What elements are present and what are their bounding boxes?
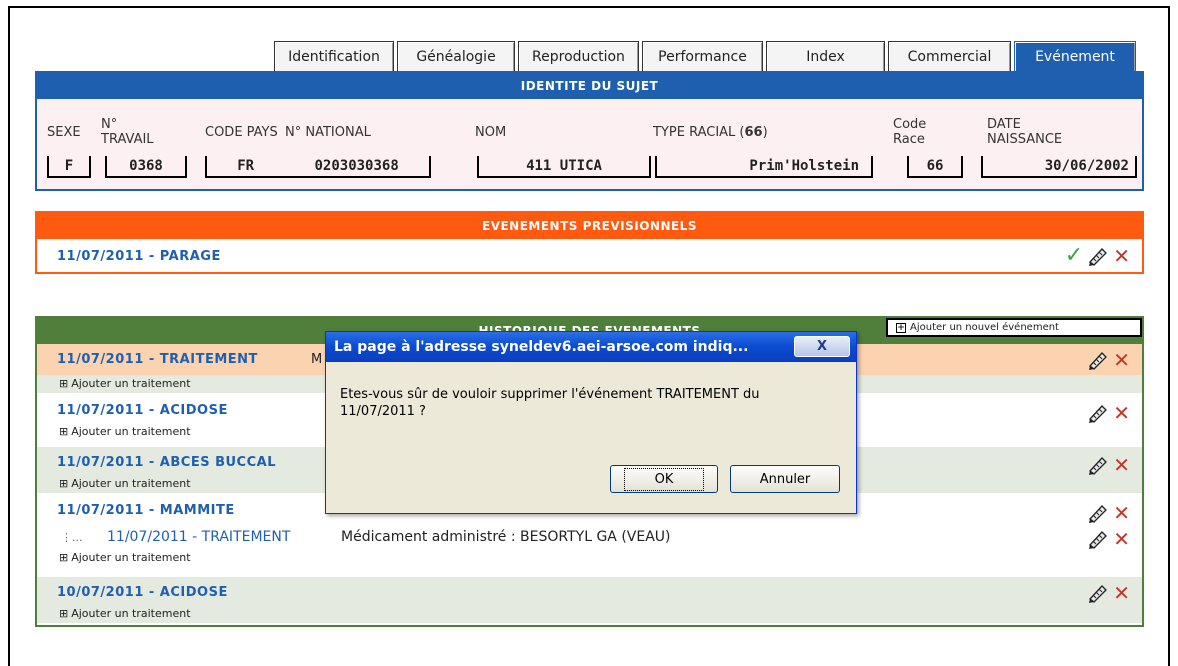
label-type-racial: TYPE RACIAL (66) [653, 125, 768, 140]
edit-icon[interactable] [1087, 503, 1109, 523]
event-link[interactable]: 11/07/2011 - MAMMITE [57, 503, 235, 518]
table-row: 10/07/2011 - ACIDOSE ⊞ Ajouter un traitem… [37, 577, 1142, 623]
plus-icon: ⊞ [59, 377, 69, 390]
delete-icon[interactable]: ✕ [1113, 503, 1130, 523]
tab-bar: Identification Généalogie Reproduction P… [274, 41, 1139, 71]
tab-performance[interactable]: Performance [642, 41, 763, 71]
identity-title: IDENTITE DU SUJET [37, 73, 1142, 99]
value-code-race: 66 [907, 156, 963, 178]
label-code-race: Code Race [893, 117, 927, 147]
add-treatment-link[interactable]: ⊞ Ajouter un traitement [59, 477, 191, 490]
dialog-message: Etes-vous sûr de vouloir supprimer l'évé… [340, 387, 760, 419]
edit-icon[interactable] [1087, 583, 1109, 603]
delete-icon[interactable]: ✕ [1113, 246, 1130, 266]
add-treatment-link[interactable]: ⊞ Ajouter un traitement [59, 377, 191, 390]
event-detail: M [311, 352, 323, 367]
edit-icon[interactable] [1087, 246, 1109, 266]
tab-evenement[interactable]: Evénement [1014, 41, 1136, 71]
value-no-national: 0203030368 [314, 158, 399, 174]
add-treatment-link[interactable]: ⊞ Ajouter un traitement [59, 551, 191, 564]
value-nom: 411 UTICA [477, 156, 651, 178]
delete-icon[interactable]: ✕ [1113, 583, 1130, 603]
previsionnels-title: EVENEMENTS PREVISIONNELS [37, 213, 1142, 239]
edit-icon[interactable] [1087, 350, 1109, 370]
plus-box-icon: + [896, 322, 906, 333]
tab-identification[interactable]: Identification [274, 41, 394, 71]
plus-icon: ⊞ [59, 551, 69, 564]
sub-event-link[interactable]: 11/07/2011 - TRAITEMENT [107, 529, 290, 545]
event-link[interactable]: 11/07/2011 - ACIDOSE [57, 403, 228, 418]
event-link[interactable]: 10/07/2011 - ACIDOSE [57, 585, 228, 600]
dialog-titlebar[interactable]: La page à l'adresse syneldev6.aei-arsoe.… [326, 332, 856, 362]
sub-event-detail: Médicament administré : BESORTYL GA (VEA… [341, 529, 671, 545]
value-travail: 0368 [105, 156, 187, 178]
ok-button[interactable]: OK [610, 465, 718, 493]
tab-reproduction[interactable]: Reproduction [518, 41, 639, 71]
list-item: 11/07/2011 - PARAGE ✓ ✕ [37, 239, 1142, 272]
edit-icon[interactable] [1087, 529, 1109, 549]
confirm-dialog: La page à l'adresse syneldev6.aei-arsoe.… [325, 331, 857, 514]
label-no-national: N° NATIONAL [285, 125, 371, 140]
label-code-pays: CODE PAYS [205, 125, 278, 140]
plus-icon: ⊞ [59, 425, 69, 438]
previsionnels-panel: EVENEMENTS PREVISIONNELS 11/07/2011 - PA… [35, 211, 1144, 274]
plus-icon: ⊞ [59, 607, 69, 620]
label-sexe: SEXE [47, 125, 81, 140]
plus-icon: ⊞ [59, 477, 69, 490]
value-type-racial: Prim'Holstein [655, 156, 873, 178]
identity-panel: IDENTITE DU SUJET SEXE N° TRAVAIL CODE P… [35, 71, 1144, 191]
delete-icon[interactable]: ✕ [1113, 529, 1130, 549]
edit-icon[interactable] [1087, 455, 1109, 475]
delete-icon[interactable]: ✕ [1113, 455, 1130, 475]
label-date-naissance: DATE NAISSANCE [987, 117, 1063, 147]
value-sexe: F [47, 156, 91, 178]
tab-commercial[interactable]: Commercial [888, 41, 1011, 71]
label-travail: N° TRAVAIL [101, 117, 154, 147]
add-event-button[interactable]: + Ajouter un nouvel événement [886, 318, 1142, 337]
add-treatment-link[interactable]: ⊞ Ajouter un traitement [59, 607, 191, 620]
delete-icon[interactable]: ✕ [1113, 403, 1130, 423]
event-link[interactable]: 11/07/2011 - TRAITEMENT [57, 352, 258, 367]
tab-index[interactable]: Index [766, 41, 885, 71]
value-code-pays: FR [237, 158, 255, 174]
close-button[interactable]: X [794, 336, 850, 357]
prev-event-link[interactable]: 11/07/2011 - PARAGE [57, 249, 221, 264]
tree-connector: ⋮... [61, 531, 83, 544]
cancel-button[interactable]: Annuler [730, 465, 840, 493]
delete-icon[interactable]: ✕ [1113, 350, 1130, 370]
validate-icon[interactable]: ✓ [1065, 245, 1083, 267]
edit-icon[interactable] [1087, 403, 1109, 423]
value-pays-national: FR 0203030368 [205, 156, 431, 178]
label-nom: NOM [475, 125, 507, 140]
close-icon: X [816, 339, 828, 354]
dialog-title: La page à l'adresse syneldev6.aei-arsoe.… [334, 339, 749, 355]
tab-genealogie[interactable]: Généalogie [397, 41, 515, 71]
value-date-naissance: 30/06/2002 [981, 156, 1137, 178]
event-link[interactable]: 11/07/2011 - ABCES BUCCAL [57, 455, 276, 470]
add-treatment-link[interactable]: ⊞ Ajouter un traitement [59, 425, 191, 438]
